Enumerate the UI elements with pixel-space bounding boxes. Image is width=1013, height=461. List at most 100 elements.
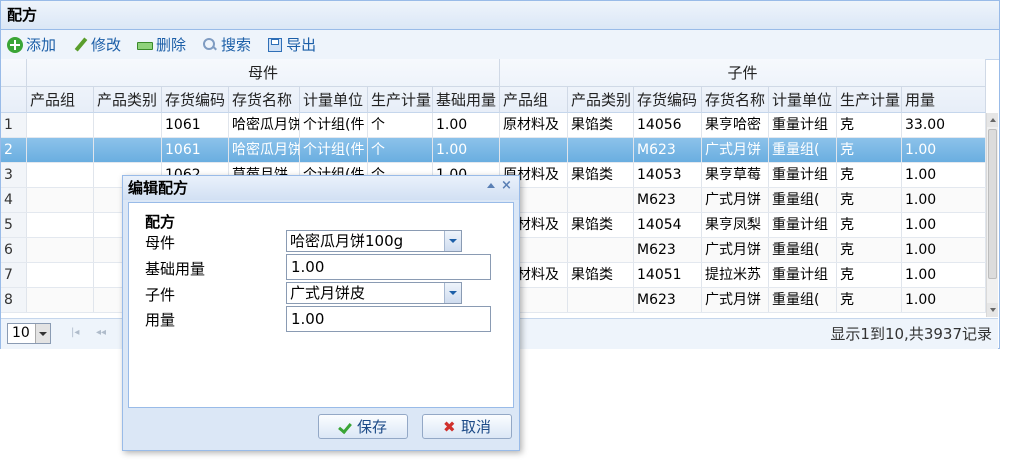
table-cell (27, 138, 94, 162)
parent-combo[interactable]: 哈密瓜月饼100g (286, 230, 462, 252)
table-cell: 果馅类 (568, 213, 634, 237)
rownum-col-header (1, 87, 27, 113)
table-cell: M623 (634, 138, 702, 162)
column-header[interactable]: 生产计量 (837, 87, 902, 113)
save-label: 保存 (356, 418, 387, 436)
table-cell: 1061 (162, 113, 229, 137)
column-header[interactable]: 计量单位 (769, 87, 837, 113)
table-cell: 1.00 (902, 188, 986, 212)
table-cell (27, 263, 94, 287)
qty-label: 用量 (145, 311, 176, 329)
table-cell: 哈密瓜月饼 (229, 138, 300, 162)
page-size-select[interactable]: 10 (7, 323, 51, 344)
vertical-scrollbar[interactable] (986, 113, 998, 317)
pencil-icon (72, 37, 88, 53)
column-header[interactable]: 基础用量 (433, 87, 500, 113)
edit-label: 修改 (91, 36, 122, 54)
table-cell: 果亨草莓 (702, 163, 769, 187)
table-cell (568, 238, 634, 262)
parent-label: 母件 (145, 234, 176, 252)
column-header[interactable]: 产品类别 (94, 87, 162, 113)
search-button[interactable]: 搜索 (202, 34, 251, 55)
table-cell: 原材料及 (500, 113, 568, 137)
chevron-down-icon[interactable] (444, 231, 461, 251)
table-cell: 克 (837, 213, 902, 237)
row-number: 1 (1, 113, 27, 137)
export-label: 导出 (286, 36, 317, 54)
delete-button[interactable]: 删除 (137, 34, 186, 55)
table-cell: M623 (634, 238, 702, 262)
row-number: 6 (1, 238, 27, 262)
column-header[interactable]: 用量 (902, 87, 986, 113)
table-cell: 果馅类 (568, 113, 634, 137)
child-label: 子件 (145, 286, 176, 304)
column-header[interactable]: 产品组 (27, 87, 94, 113)
add-button[interactable]: 添加 (7, 34, 56, 55)
table-cell: 果亨凤梨 (702, 213, 769, 237)
delete-label: 删除 (156, 36, 187, 54)
child-combo[interactable]: 广式月饼皮 (286, 282, 462, 304)
qty-field[interactable] (286, 306, 491, 332)
table-cell: 1.00 (902, 288, 986, 312)
first-page-icon[interactable]: |◂ (71, 328, 83, 338)
group-header-child: 子件 (500, 59, 986, 87)
save-button[interactable]: 保存 (318, 414, 408, 439)
export-button[interactable]: 导出 (267, 34, 316, 55)
table-row[interactable]: 2 1061 哈密瓜月饼 个计组(件个 1.00 M623 广式月饼 重量组(克 1.00 (1, 138, 986, 163)
table-row[interactable]: 1 1061 哈密瓜月饼 个计组(件个 1.00 原材料及 果馅类 14056 果亨哈密 重量计组… (1, 113, 986, 138)
table-cell: 重量组( (769, 288, 837, 312)
base-qty-field[interactable] (286, 254, 491, 280)
table-cell: 广式月饼 (702, 138, 769, 162)
table-cell: 个计组(件 (300, 113, 368, 137)
edit-recipe-dialog: 编辑配方 × 配方 母件 哈密瓜月饼100g 基础用量 子件 广式月饼皮 用量 … (122, 175, 520, 451)
table-cell (27, 113, 94, 137)
edit-button[interactable]: 修改 (72, 34, 121, 55)
column-header[interactable]: 存货编码 (162, 87, 229, 113)
table-cell (568, 138, 634, 162)
prev-page-icon[interactable]: ◂◂ (96, 328, 108, 338)
table-cell: 14053 (634, 163, 702, 187)
table-cell: 广式月饼 (702, 288, 769, 312)
column-header[interactable]: 产品类别 (568, 87, 634, 113)
fieldset-title: 配方 (145, 213, 176, 231)
dialog-tools: × (485, 179, 513, 192)
toolbar: 添加 修改 删除 搜索 导出 (1, 30, 999, 60)
column-header[interactable]: 存货名称 (229, 87, 300, 113)
scroll-thumb[interactable] (988, 129, 997, 279)
table-cell: 果馅类 (568, 263, 634, 287)
table-cell (27, 288, 94, 312)
chevron-down-icon[interactable] (444, 283, 461, 303)
table-cell (27, 188, 94, 212)
add-label: 添加 (26, 36, 57, 54)
table-cell (27, 213, 94, 237)
table-cell: 克 (837, 188, 902, 212)
save-disk-icon (267, 37, 283, 53)
table-cell: 1.00 (902, 213, 986, 237)
table-cell (27, 163, 94, 187)
column-header[interactable]: 存货名称 (702, 87, 769, 113)
table-cell: 提拉米苏 (702, 263, 769, 287)
column-header[interactable]: 生产计量 (368, 87, 433, 113)
table-cell: 广式月饼 (702, 188, 769, 212)
scroll-up-icon[interactable] (987, 113, 998, 127)
column-header[interactable]: 计量单位 (300, 87, 368, 113)
table-cell: 1.00 (902, 138, 986, 162)
table-cell: 重量计组 (769, 213, 837, 237)
page-size-value: 10 (12, 325, 30, 341)
chevron-down-icon[interactable] (35, 324, 50, 343)
cancel-button[interactable]: ✖ 取消 (422, 414, 512, 439)
dialog-title: 编辑配方 (123, 176, 519, 200)
column-header[interactable]: 产品组 (500, 87, 568, 113)
table-cell: 克 (837, 138, 902, 162)
close-icon[interactable]: × (501, 179, 513, 192)
table-cell: 克 (837, 288, 902, 312)
collapse-icon[interactable] (485, 180, 497, 192)
add-icon (7, 36, 23, 53)
table-cell: 重量计组 (769, 113, 837, 137)
table-cell: 重量组( (769, 238, 837, 262)
table-cell (94, 138, 162, 162)
scroll-down-icon[interactable] (987, 303, 998, 317)
column-header[interactable]: 存货编码 (634, 87, 702, 113)
table-cell: 重量计组 (769, 163, 837, 187)
table-cell (500, 138, 568, 162)
